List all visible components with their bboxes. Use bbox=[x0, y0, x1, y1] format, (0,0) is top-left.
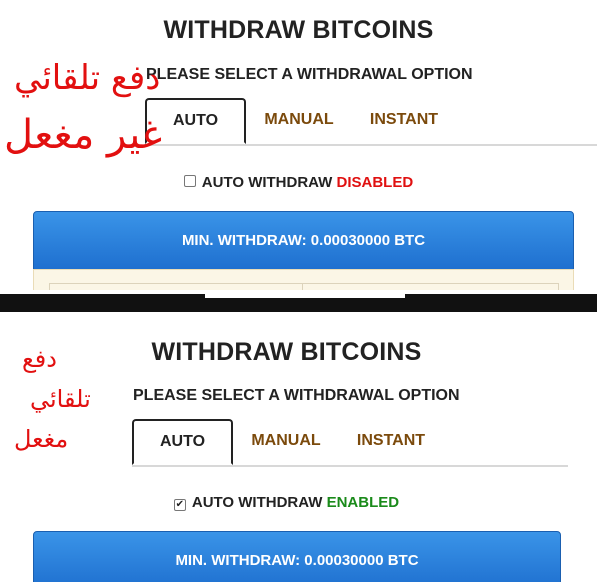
auto-withdraw-status: ENABLED bbox=[326, 494, 400, 511]
table-column-divider bbox=[302, 284, 303, 290]
auto-withdraw-row: ✔ AUTO WITHDRAW ENABLED bbox=[0, 494, 585, 511]
tab-manual[interactable]: MANUAL bbox=[257, 98, 341, 142]
auto-withdraw-label: AUTO WITHDRAW bbox=[201, 174, 333, 191]
select-option-heading: PLEASE SELECT A WITHDRAWAL OPTION bbox=[146, 66, 473, 83]
tab-instant[interactable]: INSTANT bbox=[362, 98, 446, 142]
auto-withdraw-checkbox[interactable] bbox=[183, 175, 196, 187]
select-option-heading: PLEASE SELECT A WITHDRAWAL OPTION bbox=[133, 387, 460, 404]
tab-auto[interactable]: AUTO bbox=[132, 419, 233, 465]
withdraw-panel-top: WITHDRAW BITCOINS PLEASE SELECT A WITHDR… bbox=[0, 0, 597, 290]
min-withdraw-bar: MIN. WITHDRAW: 0.00030000 BTC bbox=[33, 531, 561, 582]
annotation-arabic-line2: تلقائي bbox=[30, 385, 91, 413]
annotation-arabic-line1: دفع تلقائي bbox=[14, 58, 161, 98]
tab-instant[interactable]: INSTANT bbox=[349, 419, 433, 463]
withdraw-form-table bbox=[49, 283, 559, 290]
annotation-arabic-line3: مغعل bbox=[14, 425, 69, 453]
page-title: WITHDRAW BITCOINS bbox=[151, 338, 422, 366]
auto-withdraw-checkbox[interactable]: ✔ bbox=[173, 499, 186, 511]
tab-manual[interactable]: MANUAL bbox=[244, 419, 328, 463]
min-withdraw-bar: MIN. WITHDRAW: 0.00030000 BTC bbox=[33, 211, 574, 271]
auto-withdraw-label: AUTO WITHDRAW bbox=[191, 494, 323, 511]
page-title: WITHDRAW BITCOINS bbox=[163, 16, 434, 44]
withdraw-form-area bbox=[33, 269, 574, 290]
annotation-arabic-line1: دفع bbox=[22, 345, 57, 373]
withdrawal-tabs: AUTO MANUAL INSTANT bbox=[132, 419, 568, 467]
auto-withdraw-status: DISABLED bbox=[336, 174, 414, 191]
auto-withdraw-row: AUTO WITHDRAW DISABLED bbox=[0, 174, 597, 191]
withdraw-panel-bottom: WITHDRAW BITCOINS PLEASE SELECT A WITHDR… bbox=[0, 320, 597, 582]
annotation-arabic-line2: غير مغعل bbox=[4, 112, 163, 158]
withdrawal-tabs: AUTO MANUAL INSTANT bbox=[145, 98, 597, 146]
divider-gap bbox=[205, 294, 405, 298]
